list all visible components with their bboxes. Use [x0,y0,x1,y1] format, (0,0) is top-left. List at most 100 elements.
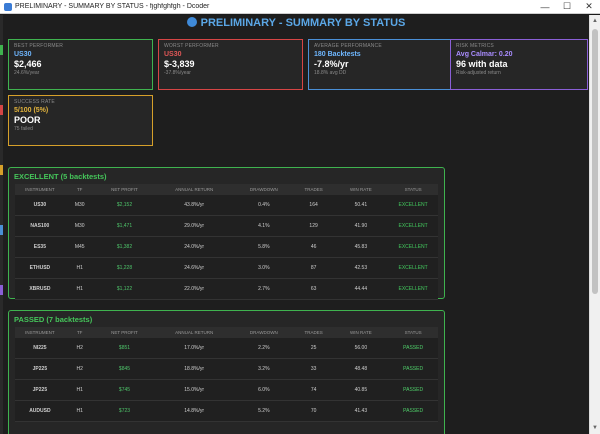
column-header: Net Profit [111,330,138,335]
report-content: PRELIMINARY - SUMMARY BY STATUS Best Per… [3,15,589,434]
window-titlebar: PRELIMINARY - SUMMARY BY STATUS - fjghfg… [0,0,600,14]
annual-return-cell: 18.8%/yr [184,366,205,372]
column-header: Win Rate [350,187,372,192]
annual-return-cell: 15.0%/yr [184,387,205,393]
drawdown-cell: 2.7% [258,286,270,292]
column-header: Instrument [25,187,55,192]
instrument-cell: XBRUSD [29,286,51,292]
best-performer-card: Best Performer US30 $2,466 24.6%/year [8,39,153,90]
win-rate-cell: 48.48 [354,366,368,372]
table-row: ES35 M45 $1,382 24.0%/yr 5.8% 46 45.83 EXCELLEN… [15,237,438,258]
column-header: Status [404,187,422,192]
net-profit-cell: $1,382 [116,244,133,250]
drawdown-cell: 4.1% [258,223,270,229]
status-cell: PASSED [403,408,424,414]
excellent-table-body: US30 M30 $2,152 43.8%/yr 0.4% 164 50.41 EXCELLE… [9,195,444,300]
column-header: Status [404,330,422,335]
maximize-button[interactable]: ☐ [556,0,578,14]
table-row: NAS100 M30 $1,471 29.0%/yr 4.1% 129 41.90 EXCEL… [15,216,438,237]
net-profit-cell: $2,152 [116,202,133,208]
trades-cell: 164 [309,202,318,208]
timeframe-cell: H1 [76,286,83,292]
excellent-section-title: EXCELLENT (5 backtests) [14,172,107,181]
vertical-scrollbar[interactable]: ▲ ▼ [589,15,600,434]
card-label: Risk Metrics [456,43,494,49]
trades-cell: 33 [310,366,317,372]
win-rate-cell: 56.00 [354,345,368,351]
card-value: $2,466 [14,59,42,69]
page-title-text: PRELIMINARY - SUMMARY BY STATUS [200,17,406,29]
instrument-cell: JP225 [32,387,48,393]
instrument-cell: NAS100 [30,223,50,229]
table-row: ETHUSD H1 $1,228 24.6%/yr 3.0% 87 42.53 EXCELLE… [15,258,438,279]
column-header: Trades [304,187,323,192]
annual-return-cell: 24.0%/yr [184,244,205,250]
timeframe-cell: M30 [74,202,85,208]
drawdown-cell: 3.0% [258,265,270,271]
risk-metrics-card: Risk Metrics Avg Calmar: 0.20 96 with da… [450,39,588,90]
scrollbar-thumb[interactable] [592,29,598,294]
annual-return-cell: 17.0%/yr [184,345,205,351]
table-row: US30 M30 $2,152 43.8%/yr 0.4% 164 50.41 EXCELLE… [15,195,438,216]
status-cell: EXCELLENT [398,244,428,250]
scroll-down-arrow-icon[interactable]: ▼ [590,423,600,433]
trades-cell: 129 [309,223,318,229]
table-row: AUDUSD H1 $723 14.8%/yr 5.2% 70 41.43 PASSED [15,401,438,422]
card-label: Success Rate [14,99,55,105]
timeframe-cell: M30 [74,223,85,229]
net-profit-cell: $1,228 [116,265,133,271]
excellent-section: EXCELLENT (5 backtests) Instrument TF Ne… [8,167,445,300]
trades-cell: 25 [310,345,317,351]
table-header: Instrument TF Net Profit Annual Return D… [15,184,438,195]
passed-table-body: NI225 H2 $851 17.0%/yr 2.2% 25 56.00 PASSED JP22… [9,338,444,422]
table-row: JP225 H2 $845 18.8%/yr 3.2% 33 48.48 PASSED [15,359,438,380]
column-header: TF [76,330,83,335]
trades-cell: 70 [310,408,317,414]
drawdown-cell: 3.2% [258,366,270,372]
win-rate-cell: 41.43 [354,408,368,414]
annual-return-cell: 22.0%/yr [184,286,205,292]
card-value: $-3,839 [164,59,195,69]
annual-return-cell: 14.8%/yr [184,408,205,414]
timeframe-cell: H1 [76,387,83,393]
table-row: XBRUSD H1 $1,122 22.0%/yr 2.7% 63 44.44 EXCELLE… [15,279,438,300]
scroll-up-arrow-icon[interactable]: ▲ [590,16,600,26]
minimize-button[interactable]: — [534,0,556,14]
card-primary: Avg Calmar: 0.20 [456,51,513,58]
instrument-cell: US30 [33,202,47,208]
average-performance-card: Average Performance 180 Backtests -7.8%/… [308,39,453,90]
timeframe-cell: M45 [74,244,85,250]
column-header: Annual Return [175,187,214,192]
trades-cell: 87 [310,265,317,271]
page-title: PRELIMINARY - SUMMARY BY STATUS [3,17,589,29]
drawdown-cell: 5.8% [258,244,270,250]
card-primary: 180 Backtests [314,51,361,58]
net-profit-cell: $845 [118,366,131,372]
card-label: Worst Performer [164,43,219,49]
column-header: TF [76,187,83,192]
worst-performer-card: Worst Performer US30 $-3,839 -37.8%/year [158,39,303,90]
app-icon [4,2,12,11]
instrument-cell: AUDUSD [29,408,51,414]
column-header: Trades [304,330,323,335]
instrument-cell: JP225 [32,366,48,372]
column-header: Win Rate [350,330,372,335]
column-header: Net Profit [111,187,138,192]
annual-return-cell: 43.8%/yr [184,202,205,208]
table-row: NI225 H2 $851 17.0%/yr 2.2% 25 56.00 PASSED [15,338,438,359]
win-rate-cell: 45.83 [354,244,368,250]
drawdown-cell: 0.4% [258,202,270,208]
status-cell: EXCELLENT [398,202,428,208]
net-profit-cell: $723 [118,408,131,414]
status-cell: EXCELLENT [398,223,428,229]
status-cell: PASSED [403,345,424,351]
win-rate-cell: 41.90 [354,223,368,229]
trades-cell: 46 [310,244,317,250]
timeframe-cell: H1 [76,265,83,271]
close-button[interactable]: ✕ [578,0,600,14]
win-rate-cell: 40.85 [354,387,368,393]
annual-return-cell: 24.6%/yr [184,265,205,271]
drawdown-cell: 2.2% [258,345,270,351]
card-label: Best Performer [14,43,64,49]
status-cell: PASSED [403,366,424,372]
